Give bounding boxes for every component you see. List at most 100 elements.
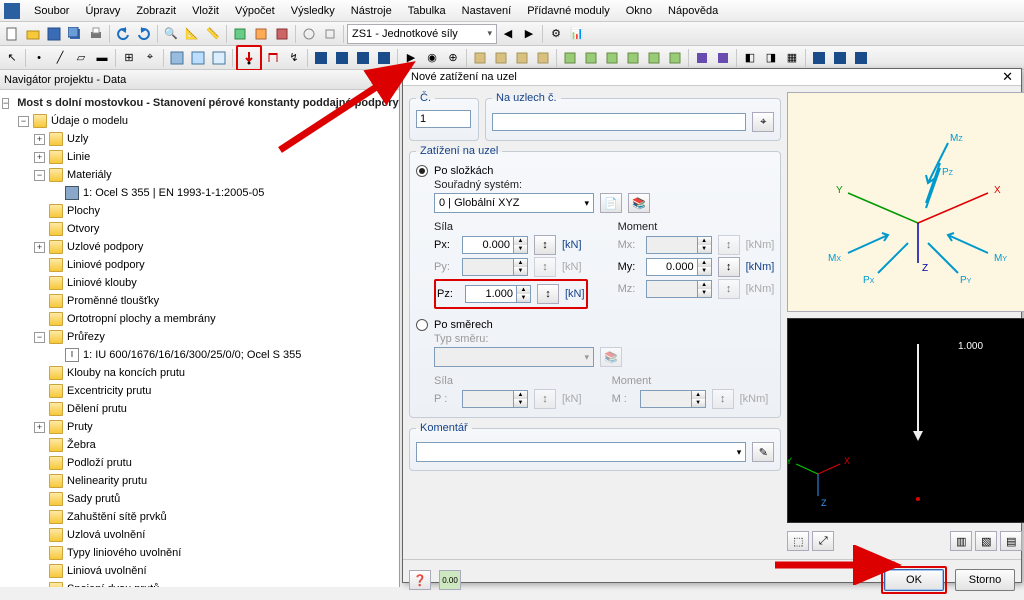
tb2-c4[interactable] bbox=[533, 48, 553, 68]
new-nodal-load-button[interactable] bbox=[239, 48, 259, 68]
comment-edit-button[interactable]: ✎ bbox=[752, 442, 774, 462]
tb-h[interactable] bbox=[320, 24, 340, 44]
tb2-z3[interactable] bbox=[851, 48, 871, 68]
tb2-x2[interactable] bbox=[713, 48, 733, 68]
tb-lc-next[interactable]: ▶ bbox=[519, 24, 539, 44]
tb-new[interactable] bbox=[2, 24, 22, 44]
tb2-load3[interactable]: ↯ bbox=[284, 48, 304, 68]
menu-napoveda[interactable]: Nápověda bbox=[660, 3, 726, 19]
tb2-r1[interactable] bbox=[311, 48, 331, 68]
px-flip[interactable]: ↕ bbox=[534, 235, 556, 255]
tb-save[interactable] bbox=[44, 24, 64, 44]
tb-f[interactable] bbox=[272, 24, 292, 44]
coord-system-select[interactable]: 0 | Globální XYZ bbox=[434, 193, 594, 213]
tb-d[interactable] bbox=[230, 24, 250, 44]
tb2-member[interactable]: ▬ bbox=[92, 48, 112, 68]
tb2-y1[interactable]: ◧ bbox=[740, 48, 760, 68]
pz-input[interactable]: ▲▼ bbox=[465, 285, 531, 303]
tb2-v3[interactable] bbox=[209, 48, 229, 68]
tb2-s2[interactable]: ⊕ bbox=[443, 48, 463, 68]
tb-e[interactable] bbox=[251, 24, 271, 44]
tree[interactable]: −Most s dolní mostovkou - Stanovení péro… bbox=[0, 90, 399, 587]
tb2-g1[interactable] bbox=[560, 48, 580, 68]
tb2-z2[interactable] bbox=[830, 48, 850, 68]
tb2-y2[interactable]: ◨ bbox=[761, 48, 781, 68]
cancel-button[interactable]: Storno bbox=[955, 569, 1015, 591]
tb2-node[interactable]: • bbox=[29, 48, 49, 68]
menu-upravy[interactable]: Úpravy bbox=[77, 3, 128, 19]
tb2-g3[interactable] bbox=[602, 48, 622, 68]
ok-button[interactable]: OK bbox=[884, 569, 944, 591]
tb2-line[interactable]: ╱ bbox=[50, 48, 70, 68]
view-fit-button[interactable]: ⤢ bbox=[812, 531, 834, 551]
menu-vlozit[interactable]: Vložit bbox=[184, 3, 227, 19]
tb2-g6[interactable] bbox=[665, 48, 685, 68]
view-a-button[interactable]: ▥ bbox=[950, 531, 972, 551]
tb2-c2[interactable] bbox=[491, 48, 511, 68]
nav-pin-icon[interactable]: 📌 bbox=[370, 74, 382, 85]
tb2-grid[interactable]: ⊞ bbox=[119, 48, 139, 68]
menu-vysledky[interactable]: Výsledky bbox=[283, 3, 343, 19]
menu-vypocet[interactable]: Výpočet bbox=[227, 3, 283, 19]
menu-moduly[interactable]: Přídavné moduly bbox=[519, 3, 618, 19]
menu-okno[interactable]: Okno bbox=[618, 3, 660, 19]
menu-zobrazit[interactable]: Zobrazit bbox=[128, 3, 184, 19]
tb2-g2[interactable] bbox=[581, 48, 601, 68]
menu-soubor[interactable]: Soubor bbox=[26, 3, 77, 19]
nodes-input[interactable] bbox=[492, 113, 746, 131]
pz-flip[interactable]: ↕ bbox=[537, 284, 559, 304]
tb2-r2[interactable] bbox=[332, 48, 352, 68]
tb2-arrow[interactable]: ↖ bbox=[2, 48, 22, 68]
tb2-g5[interactable] bbox=[644, 48, 664, 68]
tb2-calc[interactable]: ▶ bbox=[401, 48, 421, 68]
tb2-c1[interactable] bbox=[470, 48, 490, 68]
comment-combo[interactable] bbox=[416, 442, 746, 462]
radio-by-components[interactable] bbox=[416, 165, 428, 177]
tb2-v2[interactable] bbox=[188, 48, 208, 68]
coord-new-button[interactable]: 📄 bbox=[600, 193, 622, 213]
tb-open[interactable] bbox=[23, 24, 43, 44]
number-input[interactable] bbox=[416, 110, 471, 128]
menu-nastroje[interactable]: Nástroje bbox=[343, 3, 400, 19]
tb2-y3[interactable]: ▦ bbox=[782, 48, 802, 68]
help-button[interactable]: ❓ bbox=[409, 570, 431, 590]
preview-3d[interactable]: 1.000 X Y Z bbox=[787, 318, 1024, 523]
tb-i[interactable]: ⚙ bbox=[546, 24, 566, 44]
tb2-v1[interactable] bbox=[167, 48, 187, 68]
tb-j[interactable]: 📊 bbox=[567, 24, 587, 44]
tb-g[interactable] bbox=[299, 24, 319, 44]
coord-lib-button[interactable]: 📚 bbox=[628, 193, 650, 213]
view-iso-button[interactable]: ⬚ bbox=[787, 531, 809, 551]
tb2-z1[interactable] bbox=[809, 48, 829, 68]
my-input[interactable]: ▲▼ bbox=[646, 258, 712, 276]
tb-print[interactable] bbox=[86, 24, 106, 44]
tb2-surf[interactable]: ▱ bbox=[71, 48, 91, 68]
loadcase-combo[interactable]: ZS1 - Jednotkové síly bbox=[347, 24, 497, 44]
px-input[interactable]: ▲▼ bbox=[462, 236, 528, 254]
units-button[interactable]: 0.00 bbox=[439, 570, 461, 590]
tb2-s1[interactable]: ◉ bbox=[422, 48, 442, 68]
tb2-load2[interactable] bbox=[263, 48, 283, 68]
view-b-button[interactable]: ▧ bbox=[975, 531, 997, 551]
tb-b[interactable]: 📐 bbox=[182, 24, 202, 44]
tb-c[interactable]: 📏 bbox=[203, 24, 223, 44]
menu-nastaveni[interactable]: Nastavení bbox=[454, 3, 520, 19]
tb-redo[interactable] bbox=[134, 24, 154, 44]
tb-undo[interactable] bbox=[113, 24, 133, 44]
close-icon[interactable]: ✕ bbox=[1002, 69, 1013, 85]
tb2-r3[interactable] bbox=[353, 48, 373, 68]
pick-nodes-button[interactable]: ⌖ bbox=[752, 112, 774, 132]
nav-close-icon[interactable]: ✕ bbox=[387, 74, 395, 85]
tb-saveall[interactable] bbox=[65, 24, 85, 44]
tb2-g4[interactable] bbox=[623, 48, 643, 68]
tb-a[interactable]: 🔍 bbox=[161, 24, 181, 44]
tb2-r4[interactable] bbox=[374, 48, 394, 68]
tb2-x1[interactable] bbox=[692, 48, 712, 68]
radio-by-directions[interactable] bbox=[416, 319, 428, 331]
view-c-button[interactable]: ▤ bbox=[1000, 531, 1022, 551]
dialog-titlebar[interactable]: Nové zatížení na uzel ✕ bbox=[403, 69, 1021, 86]
tb2-c3[interactable] bbox=[512, 48, 532, 68]
tb2-snap[interactable]: ⌖ bbox=[140, 48, 160, 68]
tb-lc-prev[interactable]: ◀ bbox=[498, 24, 518, 44]
menu-tabulka[interactable]: Tabulka bbox=[400, 3, 454, 19]
